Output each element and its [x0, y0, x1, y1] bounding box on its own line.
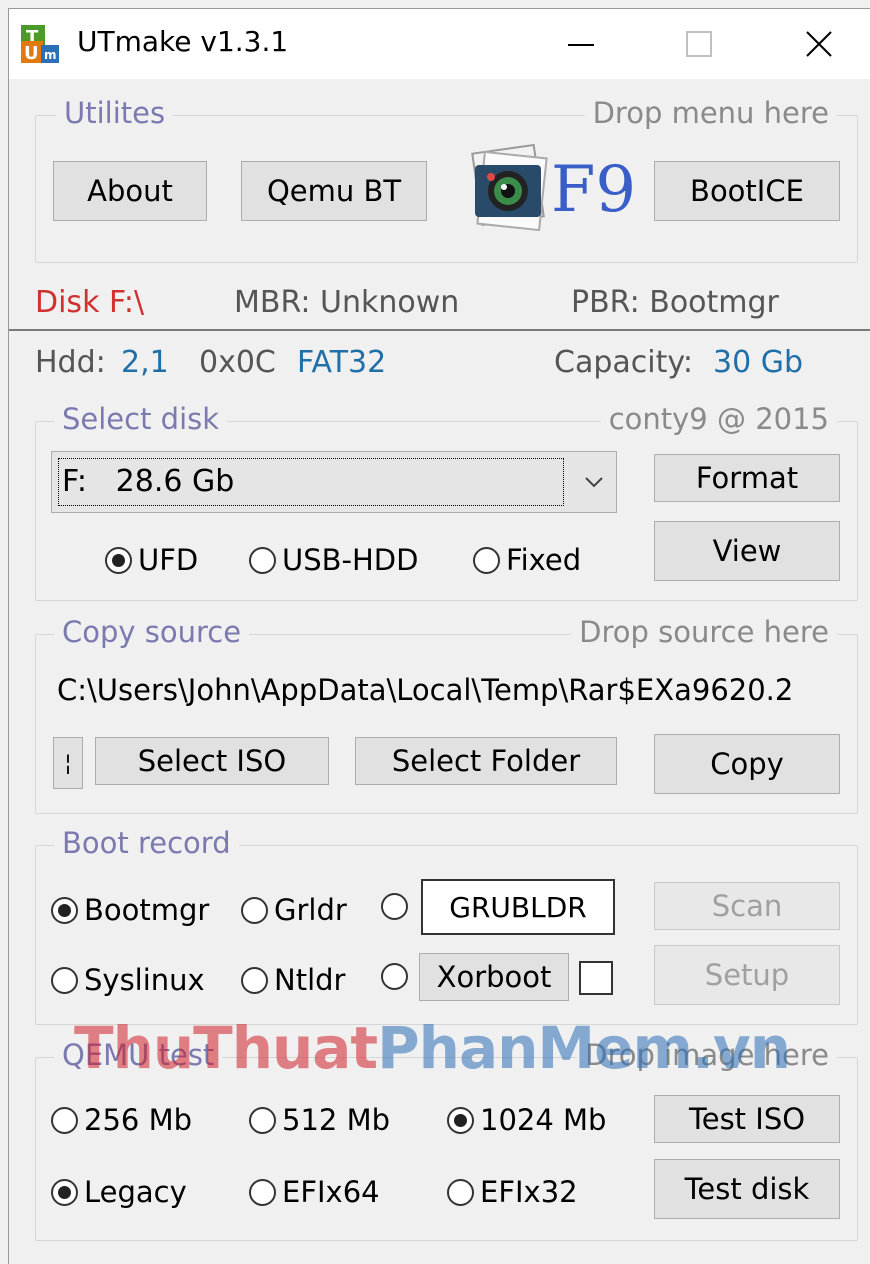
qemu-drop-hint: Drop image here	[577, 1038, 837, 1072]
utmake-window: T U m UTmake v1.3.1 Utilites Drop menu h…	[8, 8, 870, 1264]
radio-dot	[249, 1106, 276, 1134]
copy-source-label: Copy source	[54, 615, 250, 649]
ut-app-icon: T U m	[21, 25, 59, 63]
radio-dot	[447, 1178, 474, 1206]
radio-dot	[249, 1178, 276, 1206]
fs-code: 0x0C	[199, 345, 276, 380]
xorboot-checkbox[interactable]	[579, 961, 613, 995]
hdd-value: 2,1	[121, 345, 169, 380]
view-button[interactable]: View	[654, 521, 840, 581]
qemu-bt-button[interactable]: Qemu BT	[241, 161, 427, 221]
radio-mem-256[interactable]: 256 Mb	[51, 1103, 192, 1137]
radio-dot	[241, 966, 268, 994]
radio-ntldr[interactable]: Ntldr	[241, 963, 345, 997]
pbr-status: PBR: Bootmgr	[571, 285, 779, 320]
fs-name: FAT32	[297, 345, 387, 380]
radio-label: UFD	[138, 543, 199, 577]
radio-legacy[interactable]: Legacy	[51, 1175, 187, 1209]
source-path-clip: C:\Users\John\AppData\Local\Temp\Rar$EXa…	[57, 673, 847, 713]
source-options-button[interactable]: ¦	[53, 737, 83, 789]
about-button[interactable]: About	[53, 161, 207, 221]
grubldr-input[interactable]: GRUBLDR	[421, 879, 615, 935]
radio-efix64[interactable]: EFIx64	[249, 1175, 380, 1209]
radio-label: Bootmgr	[84, 893, 210, 927]
select-disk-label: Select disk	[54, 402, 228, 436]
status-separator	[9, 329, 870, 331]
radio-label: EFIx64	[282, 1175, 380, 1209]
scan-button[interactable]: Scan	[654, 882, 840, 930]
radio-grldr[interactable]: Grldr	[241, 893, 347, 927]
svg-text:U: U	[24, 43, 39, 63]
radio-ufd[interactable]: UFD	[105, 543, 198, 577]
disk-select[interactable]: F: 28.6 Gb	[51, 451, 617, 513]
radio-fixed[interactable]: Fixed	[473, 543, 581, 577]
qemu-test-label: QEMU test	[54, 1038, 223, 1072]
f9-label: F9	[551, 153, 637, 227]
disk-select-value: F: 28.6 Gb	[62, 464, 235, 499]
source-path: C:\Users\John\AppData\Local\Temp\Rar$EXa…	[57, 673, 794, 707]
close-button[interactable]	[759, 9, 870, 79]
select-iso-button[interactable]: Select ISO	[95, 737, 329, 785]
capacity-label: Capacity:	[554, 345, 694, 380]
utilities-label: Utilites	[56, 96, 174, 130]
radio-dot	[447, 1106, 474, 1134]
radio-dot	[381, 963, 408, 990]
copy-source-drop-hint: Drop source here	[571, 615, 837, 649]
radio-usb-hdd[interactable]: USB-HDD	[249, 543, 418, 577]
disk-status: Disk F:\	[35, 285, 145, 320]
radio-label: 512 Mb	[282, 1103, 390, 1137]
radio-mem-1024[interactable]: 1024 Mb	[447, 1103, 606, 1137]
capacity-value: 30 Gb	[713, 345, 803, 380]
radio-dot	[51, 1106, 78, 1134]
camera-photo-icon	[471, 143, 548, 232]
copy-button[interactable]: Copy	[654, 734, 840, 794]
radio-label: EFIx32	[480, 1175, 578, 1209]
f9-launcher[interactable]: F9	[461, 143, 636, 239]
radio-bootmgr[interactable]: Bootmgr	[51, 893, 209, 927]
maximize-icon	[686, 31, 712, 57]
xorboot-button[interactable]: Xorboot	[419, 953, 569, 1001]
format-button[interactable]: Format	[654, 454, 840, 502]
credit-text: conty9 @ 2015	[600, 402, 837, 436]
utilities-drop-hint: Drop menu here	[584, 96, 837, 130]
hdd-label: Hdd:	[35, 345, 106, 380]
radio-dot	[51, 1178, 78, 1206]
title-bar: T U m UTmake v1.3.1	[9, 9, 870, 79]
window-title: UTmake v1.3.1	[77, 25, 289, 58]
radio-efix32[interactable]: EFIx32	[447, 1175, 578, 1209]
svg-text:m: m	[44, 48, 57, 62]
test-disk-button[interactable]: Test disk	[654, 1159, 840, 1219]
radio-label: Fixed	[506, 543, 582, 577]
minimize-icon	[568, 44, 594, 46]
radio-grubldr[interactable]	[381, 893, 414, 920]
radio-dot	[105, 546, 132, 574]
radio-xorboot[interactable]	[381, 963, 414, 990]
setup-button[interactable]: Setup	[654, 945, 840, 1005]
radio-label: Ntldr	[274, 963, 346, 997]
radio-mem-512[interactable]: 512 Mb	[249, 1103, 390, 1137]
radio-dot	[241, 896, 268, 924]
test-iso-button[interactable]: Test ISO	[654, 1095, 840, 1143]
radio-syslinux[interactable]: Syslinux	[51, 963, 205, 997]
close-icon	[806, 31, 832, 57]
select-folder-button[interactable]: Select Folder	[355, 737, 617, 785]
minimize-button[interactable]	[521, 9, 641, 79]
radio-label: Syslinux	[84, 963, 205, 997]
radio-dot	[381, 893, 408, 920]
boot-record-label: Boot record	[54, 826, 239, 860]
bootice-button[interactable]: BootICE	[654, 161, 840, 221]
radio-dot	[51, 966, 78, 994]
radio-label: USB-HDD	[282, 543, 419, 577]
maximize-button[interactable]	[639, 9, 759, 79]
mbr-status: MBR: Unknown	[234, 285, 460, 320]
radio-label: 256 Mb	[84, 1103, 192, 1137]
radio-label: 1024 Mb	[480, 1103, 607, 1137]
radio-dot	[249, 546, 276, 574]
radio-dot	[473, 546, 500, 574]
radio-label: Grldr	[274, 893, 347, 927]
radio-label: Legacy	[84, 1175, 187, 1209]
chevron-down-icon	[585, 477, 603, 488]
radio-dot	[51, 896, 78, 924]
